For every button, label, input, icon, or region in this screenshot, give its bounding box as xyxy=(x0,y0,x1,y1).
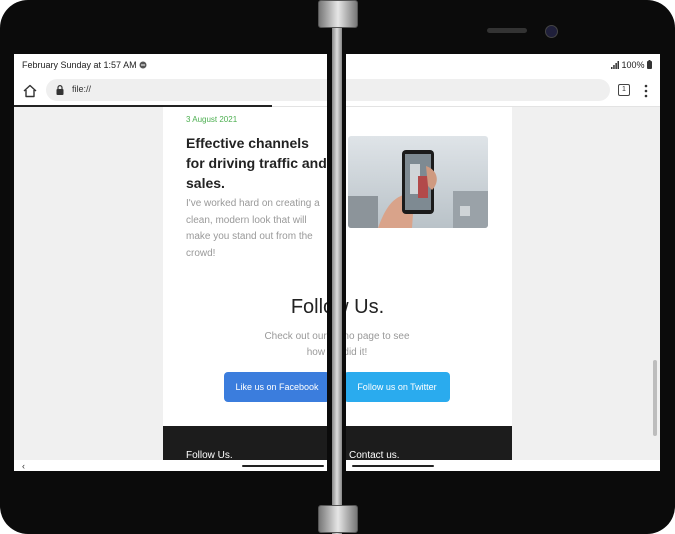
speaker-grille xyxy=(487,28,527,33)
battery-level: 100% xyxy=(621,60,645,70)
back-icon[interactable]: ‹ xyxy=(22,461,25,471)
gesture-handle-right[interactable] xyxy=(352,465,434,467)
menu-icon[interactable] xyxy=(644,84,648,98)
follow-twitter-button[interactable]: Follow us on Twitter xyxy=(344,372,450,402)
url-text: file:// xyxy=(72,84,92,94)
battery-icon xyxy=(647,60,652,69)
gesture-handle-left[interactable] xyxy=(242,465,324,467)
phone-in-hand-photo xyxy=(348,136,488,228)
status-indicators: 100% xyxy=(610,60,652,70)
status-time: February Sunday at 1:57 AM xyxy=(22,60,147,70)
lock-icon xyxy=(56,85,64,95)
notification-icon xyxy=(139,61,147,69)
hinge-clamp-bottom xyxy=(318,505,358,533)
post-image[interactable] xyxy=(348,136,488,228)
home-icon[interactable] xyxy=(22,83,38,99)
dual-screen-device: February Sunday at 1:57 AM 100% file:// … xyxy=(0,0,675,534)
footer-follow-heading: Follow Us. xyxy=(186,450,233,460)
post-excerpt: I've worked hard on creating a clean, mo… xyxy=(186,198,320,259)
post-title[interactable]: Effective channels for driving traffic a… xyxy=(186,133,331,193)
front-camera xyxy=(545,25,558,38)
page-scrollbar[interactable] xyxy=(653,360,657,436)
post-date: 3 August 2021 xyxy=(186,115,238,124)
tabs-icon[interactable]: 1 xyxy=(618,84,630,96)
device-hinge-rod xyxy=(332,0,342,534)
footer-contact-heading: Contact us. xyxy=(349,450,400,460)
like-facebook-button[interactable]: Like us on Facebook xyxy=(224,372,330,402)
signal-icon xyxy=(610,61,619,69)
hinge-clamp-top xyxy=(318,0,358,28)
